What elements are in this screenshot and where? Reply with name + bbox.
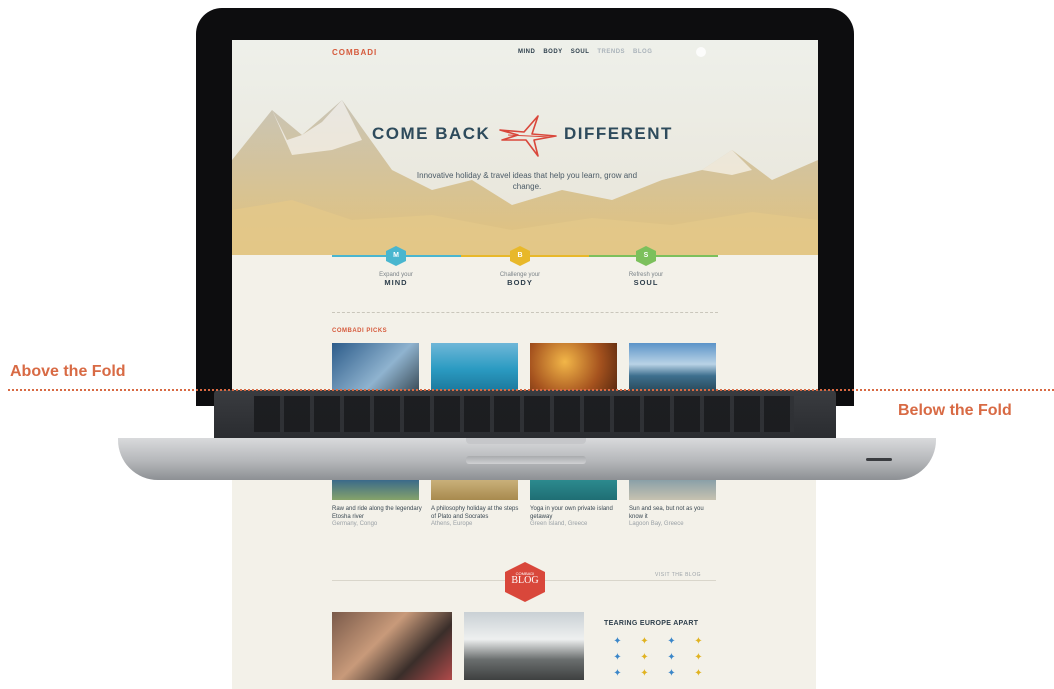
pick-thumb-4[interactable]	[629, 343, 716, 390]
main-nav: MIND BODY SOUL TRENDS BLOG	[518, 49, 652, 55]
bird-icon: ✦	[613, 636, 622, 647]
pick-caption-2[interactable]: A philosophy holiday at the steps of Pla…	[431, 506, 521, 529]
bird-icon: ✦	[640, 636, 649, 647]
pick-caption-4[interactable]: Sun and sea, but not as you know it Lago…	[629, 506, 719, 529]
bird-icon: ✦	[694, 668, 703, 679]
bird-icon: ✦	[640, 668, 649, 679]
bird-icon: ✦	[640, 652, 649, 663]
laptop-base	[118, 438, 936, 480]
nav-item-soul[interactable]: SOUL	[571, 49, 590, 55]
bird-icon: ✦	[694, 652, 703, 663]
nav-item-trends[interactable]: TRENDS	[597, 49, 625, 55]
team-icons-grid: ✦ ✦ ✦ ✦ ✦ ✦ ✦ ✦ ✦ ✦ ✦ ✦	[606, 636, 710, 682]
pick-caption-4-text: Sun and sea, but not as you know it	[629, 506, 704, 520]
pick-caption-1[interactable]: Raw and ride along the legendary Etosha …	[332, 506, 422, 529]
team-title: TEARING EUROPE APART	[604, 620, 699, 627]
pick-thumb-1[interactable]	[332, 343, 419, 390]
pillars: M B S Expand your MIND Challenge your BO…	[332, 246, 718, 308]
pick-caption-4-location: Lagoon Bay, Greece	[629, 521, 684, 527]
fold-line	[8, 389, 1054, 391]
pick-caption-1-text: Raw and ride along the legendary Etosha …	[332, 506, 422, 520]
pick-thumb-2-lower[interactable]	[431, 480, 518, 500]
bird-icon: ✦	[613, 652, 622, 663]
pillar-mind[interactable]: Expand your MIND	[351, 271, 441, 287]
swallow-logo-icon	[499, 115, 557, 157]
pick-caption-2-location: Athens, Europe	[431, 521, 473, 527]
pick-thumb-1-lower[interactable]	[332, 480, 419, 500]
pick-thumb-4-lower[interactable]	[629, 480, 716, 500]
bird-icon: ✦	[667, 636, 676, 647]
nav-item-blog[interactable]: BLOG	[633, 49, 652, 55]
pick-caption-2-text: A philosophy holiday at the steps of Pla…	[431, 506, 519, 520]
bird-icon: ✦	[667, 652, 676, 663]
section-divider	[332, 312, 718, 313]
nav-item-mind[interactable]: MIND	[518, 49, 535, 55]
pick-caption-3[interactable]: Yoga in your own private island getaway …	[530, 506, 620, 529]
pillar-soul-name: SOUL	[633, 278, 659, 287]
search-icon[interactable]	[696, 47, 706, 57]
pillar-mind-name: MIND	[384, 278, 408, 287]
body-hex-icon[interactable]: B	[510, 246, 530, 266]
site-navbar: COMBADI MIND BODY SOUL TRENDS BLOG	[232, 40, 818, 66]
hero-section: COMBADI MIND BODY SOUL TRENDS BLOG COME …	[232, 40, 818, 255]
bird-icon: ✦	[613, 668, 622, 679]
mind-hex-icon[interactable]: M	[386, 246, 406, 266]
bird-icon: ✦	[667, 668, 676, 679]
site-logo[interactable]: COMBADI	[332, 48, 377, 57]
laptop-led	[866, 458, 892, 461]
trackpad-edge	[466, 438, 586, 444]
laptop-notch	[466, 456, 586, 464]
pick-thumb-2[interactable]	[431, 343, 518, 390]
pick-caption-1-location: Germany, Congo	[332, 521, 378, 527]
hero-title-left: COME BACK	[372, 124, 491, 143]
hero-title: COME BACK DIFFERENT	[372, 115, 692, 157]
soul-hex-icon[interactable]: S	[636, 246, 656, 266]
pick-caption-3-text: Yoga in your own private island getaway	[530, 506, 613, 520]
pillar-body-name: BODY	[507, 278, 533, 287]
bird-icon: ✦	[694, 636, 703, 647]
keyboard-keys	[254, 396, 794, 432]
pillar-body[interactable]: Challenge your BODY	[475, 271, 565, 287]
laptop-screen: COMBADI MIND BODY SOUL TRENDS BLOG COME …	[232, 40, 818, 390]
pick-thumb-3[interactable]	[530, 343, 617, 390]
pillar-soul[interactable]: Refresh your SOUL	[601, 271, 691, 287]
laptop-keyboard	[214, 390, 836, 438]
blog-photo-2[interactable]	[464, 612, 584, 680]
hero-title-right: DIFFERENT	[564, 124, 673, 143]
nav-item-body[interactable]: BODY	[543, 49, 562, 55]
picks-title: COMBADI PICKS	[332, 328, 388, 334]
blog-badge-title: BLOG	[511, 575, 539, 586]
below-fold-label: Below the Fold	[898, 402, 1012, 419]
above-fold-label: Above the Fold	[10, 363, 126, 380]
pick-thumb-3-lower[interactable]	[530, 480, 617, 500]
hero-subtitle: Innovative holiday & travel ideas that h…	[416, 171, 638, 191]
pick-caption-3-location: Green Island, Greece	[530, 521, 588, 527]
blog-photo-1[interactable]	[332, 612, 452, 680]
visit-blog-link[interactable]: VISIT THE BLOG	[655, 572, 701, 578]
